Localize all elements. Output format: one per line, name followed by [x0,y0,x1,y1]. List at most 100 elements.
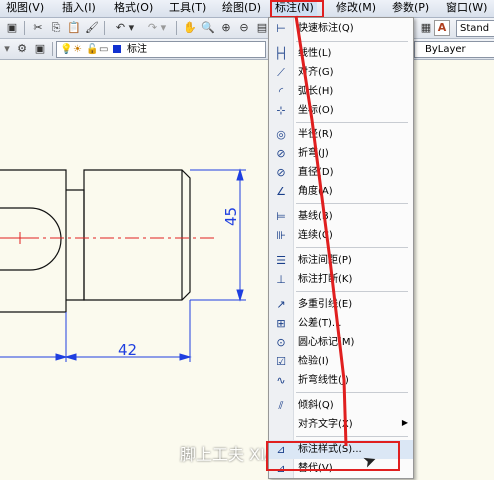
menu-item-jogged[interactable]: ⊘ 折弯(J) [269,144,413,163]
menu-item-inspection[interactable]: ☑ 检验(I) [269,352,413,371]
zoom-previous-icon[interactable]: ⊖ [236,20,252,36]
radius-icon: ◎ [276,128,286,141]
pan-icon[interactable]: ✋ [182,20,198,36]
diameter-icon: ⊘ [276,166,286,179]
menu-item-quick-dimension[interactable]: ⊢ 快速标注(Q) [269,19,413,38]
layer-state-icon[interactable]: ⚙ [14,41,30,57]
menu-item-align-text[interactable]: 对齐文字(X) ▶ [269,415,413,434]
tolerance-icon: ⊞ [276,317,286,330]
submenu-arrow-icon: ▶ [401,418,408,427]
center-mark-icon: ⊙ [276,336,286,349]
center-cross [14,232,26,244]
dimension-text-45: 45 [222,206,240,226]
layer-previous-icon[interactable]: ▣ [32,41,48,57]
copy-icon[interactable]: ⎘ [48,20,64,36]
multileader-icon: ↗ [276,298,286,311]
menu-insert[interactable]: 插入(I) [62,0,96,17]
jogged-icon: ⊘ [276,147,286,160]
shoulder-step [66,189,85,301]
menu-item-radius[interactable]: ◎ 半径(R) [269,125,413,144]
toolbar-separator [104,21,105,35]
toolbar-separator [52,42,53,56]
menu-separator [296,41,408,42]
menu-item-diameter[interactable]: ⊘ 直径(D) [269,163,413,182]
undo-icon[interactable]: ↶ ▾ [110,20,140,36]
menu-highlight-box [270,0,324,18]
dimension-style-highlight-box [266,441,400,471]
menu-view[interactable]: 视图(V) [6,0,44,17]
sun-icon[interactable]: ☀ [73,42,82,57]
menu-item-angular[interactable]: ∠ 角度(A) [269,182,413,201]
menu-item-multileader[interactable]: ↗ 多重引线(E) [269,295,413,314]
jogged-linear-icon: ∿ [276,374,286,387]
lightbulb-icon[interactable]: 💡 [60,42,72,57]
baseline-icon: ⊨ [276,210,286,223]
menu-bar: 视图(V) 插入(I) 格式(O) 工具(T) 绘图(D) 标注(N) 修改(M… [0,0,494,18]
arc-length-icon: ◜ [278,85,284,98]
menu-item-linear[interactable]: ├┤ 线性(L) [269,44,413,63]
part-left-outline [0,169,67,313]
linear-icon: ├┤ [274,47,288,60]
dimension-space-icon: ☰ [276,254,286,267]
menu-draw[interactable]: 绘图(D) [222,0,261,17]
layer-combo[interactable]: 💡 ☀ 🔓 ▭ 标注 [56,41,266,58]
dimension-text-42: 42 [118,341,138,359]
menu-modify[interactable]: 修改(M) [336,0,376,17]
aligned-icon: ⟋ [277,66,285,79]
dimension-menu-dropdown: ⊢ 快速标注(Q) ├┤ 线性(L) ⟋ 对齐(G) ◜ 弧长(H) ⊹ 坐标(O) ◎ 半… [268,17,414,479]
continue-icon: ⊪ [276,229,286,242]
menu-parametric[interactable]: 参数(P) [392,0,429,17]
inspection-icon: ☑ [276,355,286,368]
layer-name: 标注 [127,44,147,55]
quick-dimension-icon: ⊢ [276,22,286,35]
drawing-canvas[interactable]: 45 42 脚上工夫 XIAOSHITM.COM [0,60,494,480]
menu-separator [296,291,408,292]
drawing-svg [0,168,246,362]
redo-icon[interactable]: ↷ ▾ [142,20,172,36]
menu-separator [296,203,408,204]
dimension-horizontal [0,300,192,362]
dropdown-arrow-icon[interactable]: ▾ [2,41,12,57]
text-style-combo[interactable]: Stand [456,20,494,37]
menu-item-oblique[interactable]: ⫽ 倾斜(Q) [269,396,413,415]
part-geometry [0,169,191,313]
ordinate-icon: ⊹ [276,104,286,117]
menu-item-jogged-linear[interactable]: ∿ 折弯线性(J) [269,371,413,390]
dimension-break-icon: ⊥ [276,273,286,286]
calculator-icon[interactable]: ▦ [418,20,434,36]
menu-item-arc-length[interactable]: ◜ 弧长(H) [269,82,413,101]
text-style-icon[interactable]: A [434,20,450,36]
menu-item-baseline[interactable]: ⊨ 基线(B) [269,207,413,226]
plot-icon[interactable]: ▭ [99,42,108,57]
part-right-body [83,169,191,301]
zoom-realtime-icon[interactable]: 🔍 [200,20,216,36]
oblique-icon: ⫽ [278,399,284,412]
angular-icon: ∠ [276,185,286,198]
menu-item-dimension-break[interactable]: ⊥ 标注打断(K) [269,270,413,289]
toolbar-separator [24,21,25,35]
paste-icon[interactable]: 📋 [66,20,82,36]
layer-color-swatch [113,45,121,53]
menu-item-aligned[interactable]: ⟋ 对齐(G) [269,63,413,82]
menu-format[interactable]: 格式(O) [114,0,153,17]
zoom-window-icon[interactable]: ⊕ [218,20,234,36]
menu-separator [296,392,408,393]
menu-window[interactable]: 窗口(W) [446,0,487,17]
menu-separator [296,436,408,437]
cut-icon[interactable]: ✂ [30,20,46,36]
lock-icon[interactable]: 🔓 [86,42,98,57]
linetype-combo[interactable]: ByLayer [414,41,494,58]
save-icon[interactable]: ▣ [4,20,20,36]
menu-item-continue[interactable]: ⊪ 连续(C) [269,226,413,245]
menu-tools[interactable]: 工具(T) [169,0,206,17]
keyhole-slot [0,207,62,271]
menu-item-ordinate[interactable]: ⊹ 坐标(O) [269,101,413,120]
toolbar-separator [176,21,177,35]
menu-separator [296,247,408,248]
menu-item-tolerance[interactable]: ⊞ 公差(T)... [269,314,413,333]
menu-separator [296,122,408,123]
menu-item-center-mark[interactable]: ⊙ 圆心标记(M) [269,333,413,352]
menu-item-dimension-space[interactable]: ☰ 标注间距(P) [269,251,413,270]
match-properties-icon[interactable]: 🖌 [84,20,100,36]
layers-toolbar: ▾ ⚙ ▣ 💡 ☀ 🔓 ▭ 标注 ByLayer [0,39,494,60]
